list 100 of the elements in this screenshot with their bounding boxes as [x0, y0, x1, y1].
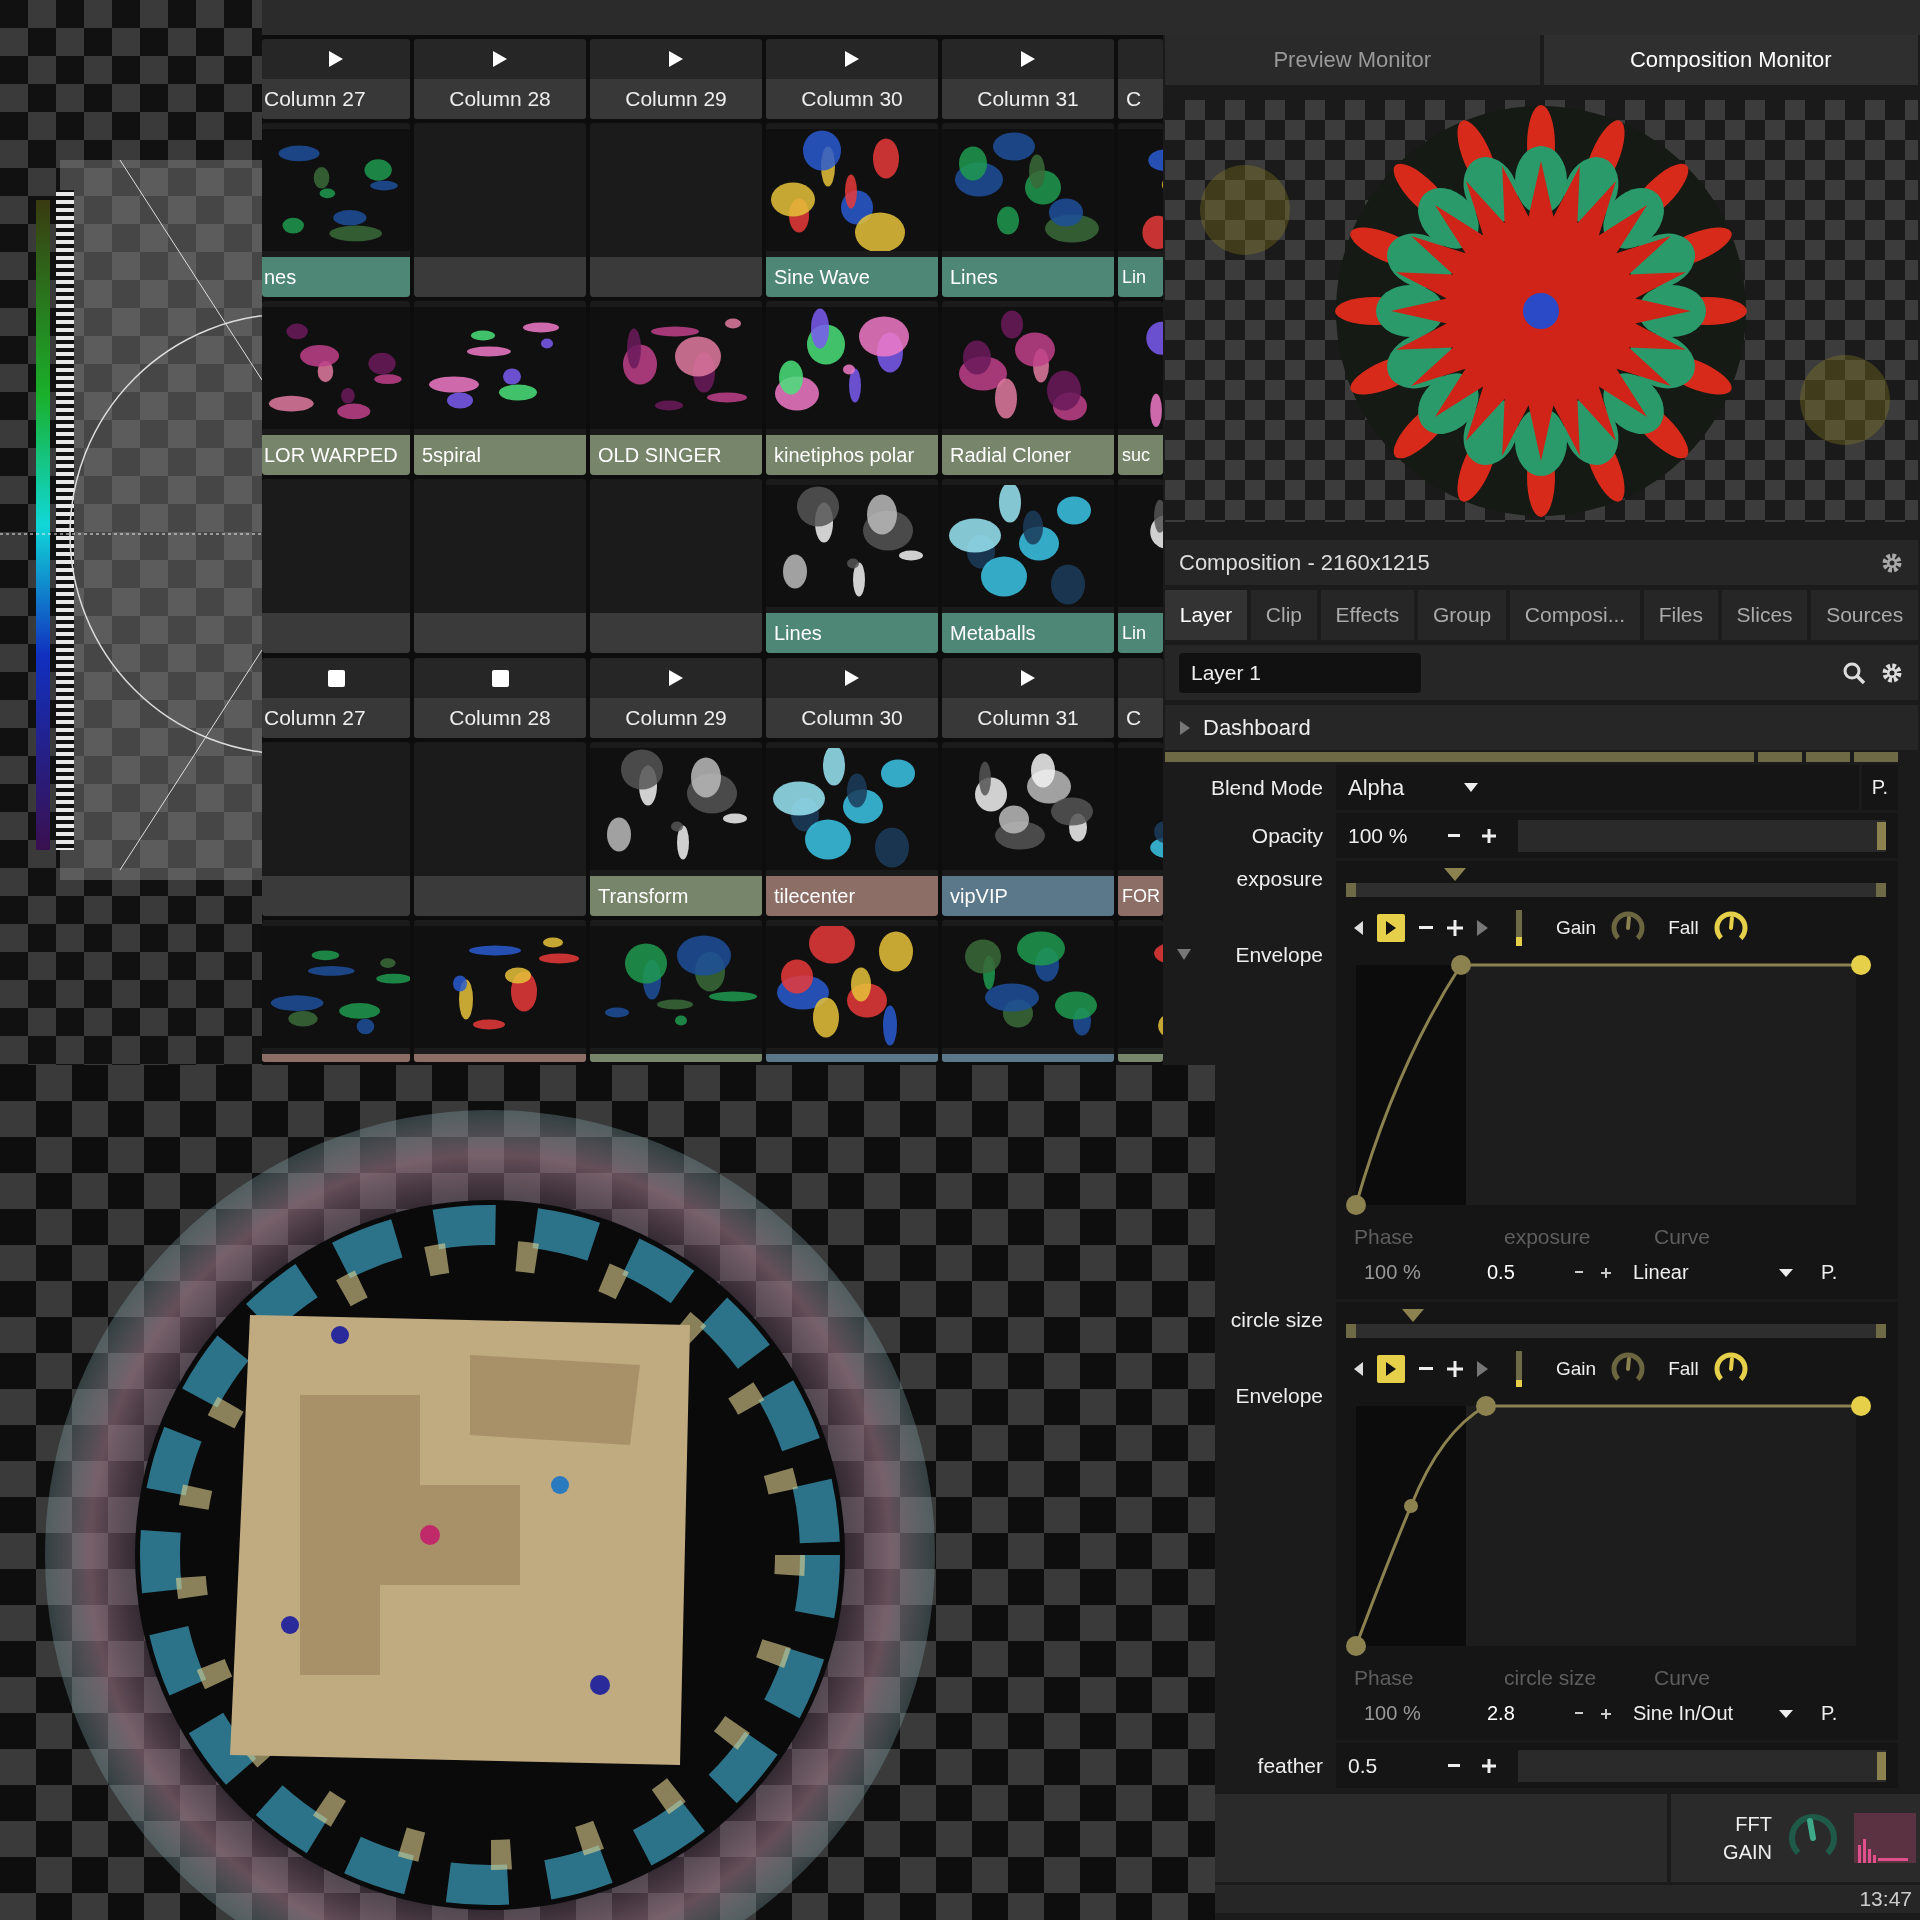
clip-slot[interactable]: FOR — [1118, 742, 1163, 916]
panel-tab[interactable]: Effects — [1320, 590, 1415, 640]
clip-slot[interactable]: Metaballs — [942, 479, 1114, 653]
clip-slot[interactable]: Lines — [766, 479, 938, 653]
previous-icon[interactable] — [1354, 921, 1363, 935]
clip-slot[interactable]: tilecenter — [766, 742, 938, 916]
panel-tab[interactable]: Files — [1643, 590, 1718, 640]
clip-slot[interactable]: Sine Wave — [766, 123, 938, 297]
playhead-marker[interactable] — [1443, 868, 1466, 881]
blend-mode-dropdown[interactable]: Alpha — [1348, 774, 1479, 801]
clip-slot[interactable]: Lin — [1118, 479, 1163, 653]
plus-icon[interactable] — [1447, 920, 1463, 936]
playhead-marker[interactable] — [1402, 1309, 1425, 1322]
minus-icon[interactable] — [1575, 1712, 1583, 1715]
clip-slot[interactable]: LOR WARPED — [262, 301, 410, 475]
clip-label: nes — [262, 257, 410, 297]
fft-gain-label: GAIN — [1723, 1840, 1772, 1865]
plus-icon[interactable] — [1482, 828, 1496, 843]
clip-label: kinetiphos polar — [766, 435, 938, 475]
panel-tab[interactable]: Group — [1418, 590, 1507, 640]
monitor-tab[interactable]: Composition Monitor — [1543, 35, 1918, 85]
panel-tab[interactable]: Slices — [1721, 590, 1808, 640]
minus-icon[interactable] — [1419, 1367, 1433, 1371]
plus-icon[interactable] — [1601, 1708, 1611, 1719]
parameter-value[interactable]: 100 % — [1348, 823, 1426, 848]
play-icon — [1020, 50, 1036, 68]
clip-slot[interactable]: Radial Cloner — [942, 301, 1114, 475]
clip-label: Lin — [1118, 613, 1163, 653]
search-icon[interactable] — [1842, 660, 1866, 685]
slider-track[interactable] — [1518, 1749, 1886, 1782]
layer-name-field[interactable]: Layer 1 — [1179, 652, 1421, 693]
clip-slot[interactable]: OLD SINGER — [590, 301, 762, 475]
panel-tab[interactable]: Clip — [1251, 590, 1317, 640]
plus-icon[interactable] — [1447, 1361, 1463, 1377]
curve-dropdown[interactable]: Sine In/Out — [1633, 1702, 1793, 1725]
phase-value[interactable]: 100 % — [1364, 1702, 1469, 1725]
play-icon — [492, 50, 508, 68]
clip-slot[interactable] — [590, 123, 762, 297]
expand-arrow-icon[interactable] — [1177, 949, 1191, 961]
play-icon — [328, 50, 344, 68]
parameter-value[interactable]: 0.5 — [1487, 1261, 1557, 1284]
column-heading: Curve — [1654, 1225, 1712, 1249]
clip-label: Sine Wave — [766, 257, 938, 297]
clip-slot[interactable] — [262, 742, 410, 916]
panel-tab[interactable]: Sources — [1811, 590, 1918, 640]
play-icon — [844, 669, 860, 687]
next-icon[interactable] — [1477, 920, 1488, 936]
slider-thumb[interactable] — [1877, 1751, 1886, 1780]
envelope-label: Envelope — [1235, 1384, 1323, 1408]
column-heading: Curve — [1654, 1666, 1712, 1690]
clip-slot[interactable]: Lines — [942, 123, 1114, 297]
clip-label: Metaballs — [942, 613, 1114, 653]
column-heading: Phase — [1354, 1225, 1415, 1249]
slider-thumb[interactable] — [1877, 821, 1886, 850]
clip-slot[interactable] — [590, 479, 762, 653]
minus-icon[interactable] — [1575, 1271, 1583, 1274]
dashboard-header[interactable]: Dashboard — [1165, 705, 1918, 750]
forward-button[interactable] — [1377, 1355, 1405, 1383]
clip-slot[interactable] — [414, 742, 586, 916]
parameter-label: Opacity — [1251, 823, 1323, 848]
play-icon — [1386, 1362, 1396, 1376]
parameter-value[interactable]: 2.8 — [1487, 1702, 1557, 1725]
minus-icon[interactable] — [1448, 1763, 1460, 1768]
column-heading: circle size — [1504, 1666, 1598, 1690]
clip-label: suc — [1118, 435, 1163, 475]
clip-slot[interactable] — [262, 479, 410, 653]
plus-icon[interactable] — [1601, 1267, 1611, 1278]
column-name: Column 27 — [264, 706, 366, 730]
clip-label: vipVIP — [942, 876, 1114, 916]
caret-icon — [1779, 1268, 1793, 1277]
caret-icon — [1464, 783, 1479, 792]
clip-slot[interactable]: kinetiphos polar — [766, 301, 938, 475]
panel-tab[interactable]: Layer — [1165, 590, 1248, 640]
previous-icon[interactable] — [1354, 1362, 1363, 1376]
clip-label: Transform — [590, 876, 762, 916]
monitor-tab[interactable]: Preview Monitor — [1165, 35, 1540, 85]
panel-tab[interactable]: Composi... — [1510, 590, 1640, 640]
plus-icon[interactable] — [1482, 1758, 1496, 1773]
phase-value[interactable]: 100 % — [1364, 1261, 1469, 1284]
clip-slot[interactable]: suc — [1118, 301, 1163, 475]
slider-track[interactable] — [1518, 819, 1886, 852]
parameter-label: Blend Mode — [1210, 775, 1323, 800]
next-icon[interactable] — [1477, 1361, 1488, 1377]
clip-slot[interactable] — [414, 123, 586, 297]
expand-arrow-icon — [1179, 720, 1191, 735]
forward-button[interactable] — [1377, 914, 1405, 942]
knob-label: Fall — [1668, 1358, 1699, 1380]
clip-slot[interactable]: Lin — [1118, 123, 1163, 297]
curve-dropdown[interactable]: Linear — [1633, 1261, 1793, 1284]
clip-slot[interactable]: Transform — [590, 742, 762, 916]
minus-icon[interactable] — [1419, 926, 1433, 930]
parameter-label: exposure — [1235, 867, 1323, 891]
clip-slot[interactable] — [414, 479, 586, 653]
minus-icon[interactable] — [1448, 833, 1460, 838]
clip-label: Lin — [1118, 257, 1163, 297]
clip-slot[interactable]: vipVIP — [942, 742, 1114, 916]
parameter-value[interactable]: 0.5 — [1348, 1753, 1426, 1778]
clip-slot[interactable]: 5spiral — [414, 301, 586, 475]
clip-slot[interactable]: nes — [262, 123, 410, 297]
fft-gain-label: FFT — [1735, 1812, 1772, 1837]
